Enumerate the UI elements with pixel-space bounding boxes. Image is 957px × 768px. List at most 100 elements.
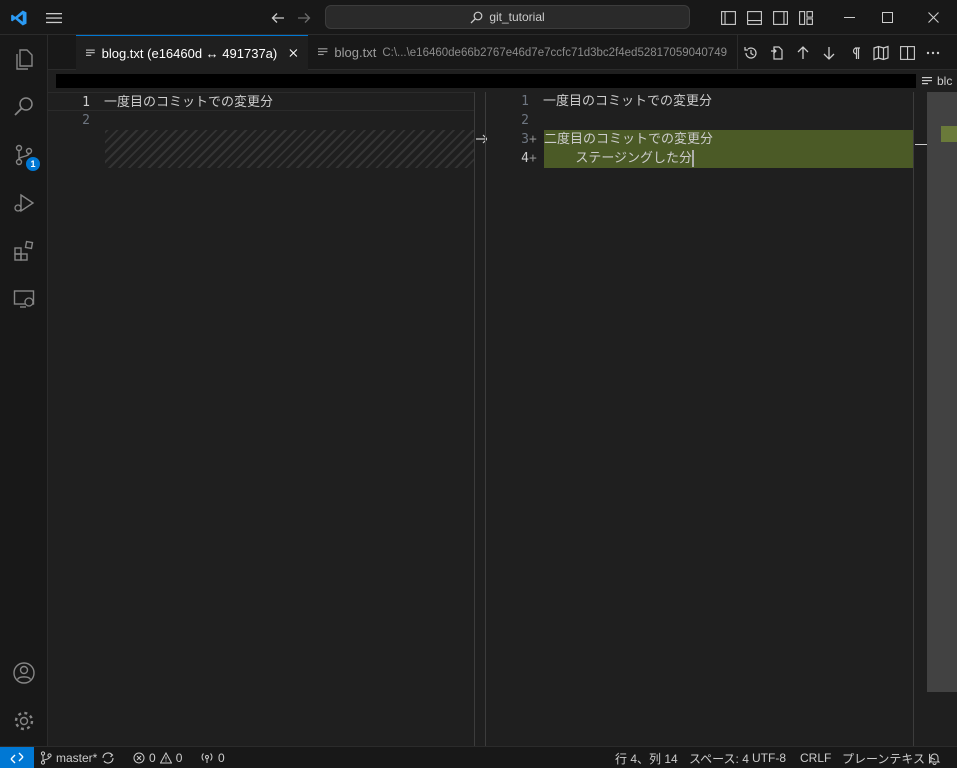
activity-run-debug[interactable] [0,179,48,227]
sync-icon[interactable] [101,752,115,764]
code-line-inserted: 4 + ステージングした分 [487,149,927,168]
line-text-content: ステージングした分 [544,151,693,166]
activity-bar: 1 [0,35,48,746]
bell-icon [928,753,941,765]
account-icon [13,662,35,684]
diff-sash[interactable] [474,92,488,746]
open-file-icon[interactable] [764,35,790,70]
diff-filler-hatch [105,130,474,168]
activity-search[interactable] [0,83,48,131]
insert-marker: + [529,132,537,147]
branch-icon [40,751,52,765]
line-number: 1 [82,95,90,110]
tab-description: C:\...\e16460de66b2767e46d7e7ccfc71d3bc2… [382,46,727,59]
warning-icon [159,752,172,764]
extensions-icon [14,240,34,261]
error-count: 0 [149,751,156,765]
tab-label: blog.txt (e16460d ↔ 491737a) [101,45,278,61]
branch-name: master* [56,751,98,765]
editor-actions [738,35,946,70]
minimap-change-marker [941,126,957,142]
gear-icon [14,711,34,731]
language-mode[interactable]: プレーンテキスト [842,747,937,768]
activity-remote-explorer[interactable] [0,275,48,323]
cursor-position[interactable]: 行 4、列 14 [615,747,678,768]
open-map-icon[interactable] [868,35,894,70]
line-text: 二度目のコミットでの変更分 [544,132,714,147]
breadcrumb-left-bar [56,74,916,88]
tab-label: blog.txt [334,45,377,60]
notifications[interactable] [928,747,941,768]
overview-ruler [913,92,927,746]
ports-count: 0 [218,751,225,765]
activity-manage[interactable] [0,697,48,745]
files-icon [16,49,33,70]
toggle-panel-icon[interactable] [744,0,764,35]
remote-explorer-icon [13,290,35,308]
split-editor-icon[interactable] [894,35,920,70]
toggle-primary-sidebar-icon[interactable] [718,0,738,35]
open-timeline-icon[interactable] [738,35,764,70]
diff-original-pane[interactable]: 1 一度目のコミットでの変更分 2 [48,92,474,746]
line-number: 3 [521,132,529,147]
line-text: 一度目のコミットでの変更分 [543,94,713,109]
search-text: git_tutorial [489,10,545,24]
code-line: 1 一度目のコミットでの変更分 [487,92,927,111]
run-debug-icon [14,193,35,213]
insert-marker: + [529,151,537,166]
maximize-icon[interactable] [864,0,910,35]
diff-modified-pane[interactable]: 1 一度目のコミットでの変更分 2 3 + 二度目のコミットでの変更分 4 + … [487,92,927,746]
customize-layout-icon[interactable] [796,0,816,35]
branch-indicator[interactable]: master* [40,747,115,768]
show-whitespace-icon[interactable] [842,35,868,70]
problems-indicator[interactable]: 0 0 [133,747,182,768]
broadcast-icon [201,753,213,763]
ruler-marker [915,144,927,145]
status-bar: master* 0 0 0 行 4、列 14 スペース: 4 UTF-8 CRL… [0,746,957,768]
code-line-inserted: 3 + 二度目のコミットでの変更分 [487,130,927,149]
encoding[interactable]: UTF-8 [752,747,786,768]
next-change-icon[interactable] [816,35,842,70]
text-cursor [692,150,695,167]
activity-explorer[interactable] [0,35,48,83]
line-text: 一度目のコミットでの変更分 [104,95,274,110]
close-window-icon[interactable] [910,0,956,35]
activity-source-control[interactable]: 1 [0,131,48,179]
source-control-badge: 1 [26,157,40,171]
breadcrumb: blc [48,70,957,92]
close-tab-icon[interactable] [289,48,298,58]
previous-change-icon[interactable] [790,35,816,70]
text-file-icon [318,48,328,56]
tab-diff-blog[interactable]: blog.txt (e16460d ↔ 491737a) [76,35,308,70]
line-number: 2 [82,113,90,128]
breadcrumb-right[interactable]: blc [922,70,952,92]
line-number: 4 [521,151,529,166]
end-of-line[interactable]: CRLF [800,747,831,768]
text-file-icon [922,76,932,84]
menu-icon[interactable] [40,0,68,35]
line-text: ステージングした分 [544,149,695,168]
code-line: 1 一度目のコミットでの変更分 [48,92,474,111]
code-line: 2 [487,111,927,130]
tab-blog[interactable]: blog.txt C:\...\e16460de66b2767e46d7e7cc… [308,35,738,70]
error-icon [133,752,145,764]
line-number: 2 [521,113,529,128]
warning-count: 0 [175,751,183,765]
activity-extensions[interactable] [0,227,48,275]
title-bar: git_tutorial [0,0,957,35]
activity-accounts[interactable] [0,649,48,697]
more-actions-icon[interactable] [920,35,946,70]
toggle-secondary-sidebar-icon[interactable] [770,0,790,35]
breadcrumb-file: blc [937,74,953,88]
command-center-search[interactable]: git_tutorial [325,5,690,29]
vscode-logo-icon [4,0,34,35]
search-icon [14,97,33,116]
remote-icon [10,752,24,764]
ports-indicator[interactable]: 0 [200,747,225,768]
minimap[interactable] [927,92,957,692]
indentation[interactable]: スペース: 4 [689,747,749,768]
remote-indicator[interactable] [0,747,34,768]
back-arrow-icon[interactable] [266,0,290,35]
editor-tab-bar: blog.txt (e16460d ↔ 491737a) blog.txt C:… [48,35,957,70]
forward-arrow-icon[interactable] [292,0,316,35]
